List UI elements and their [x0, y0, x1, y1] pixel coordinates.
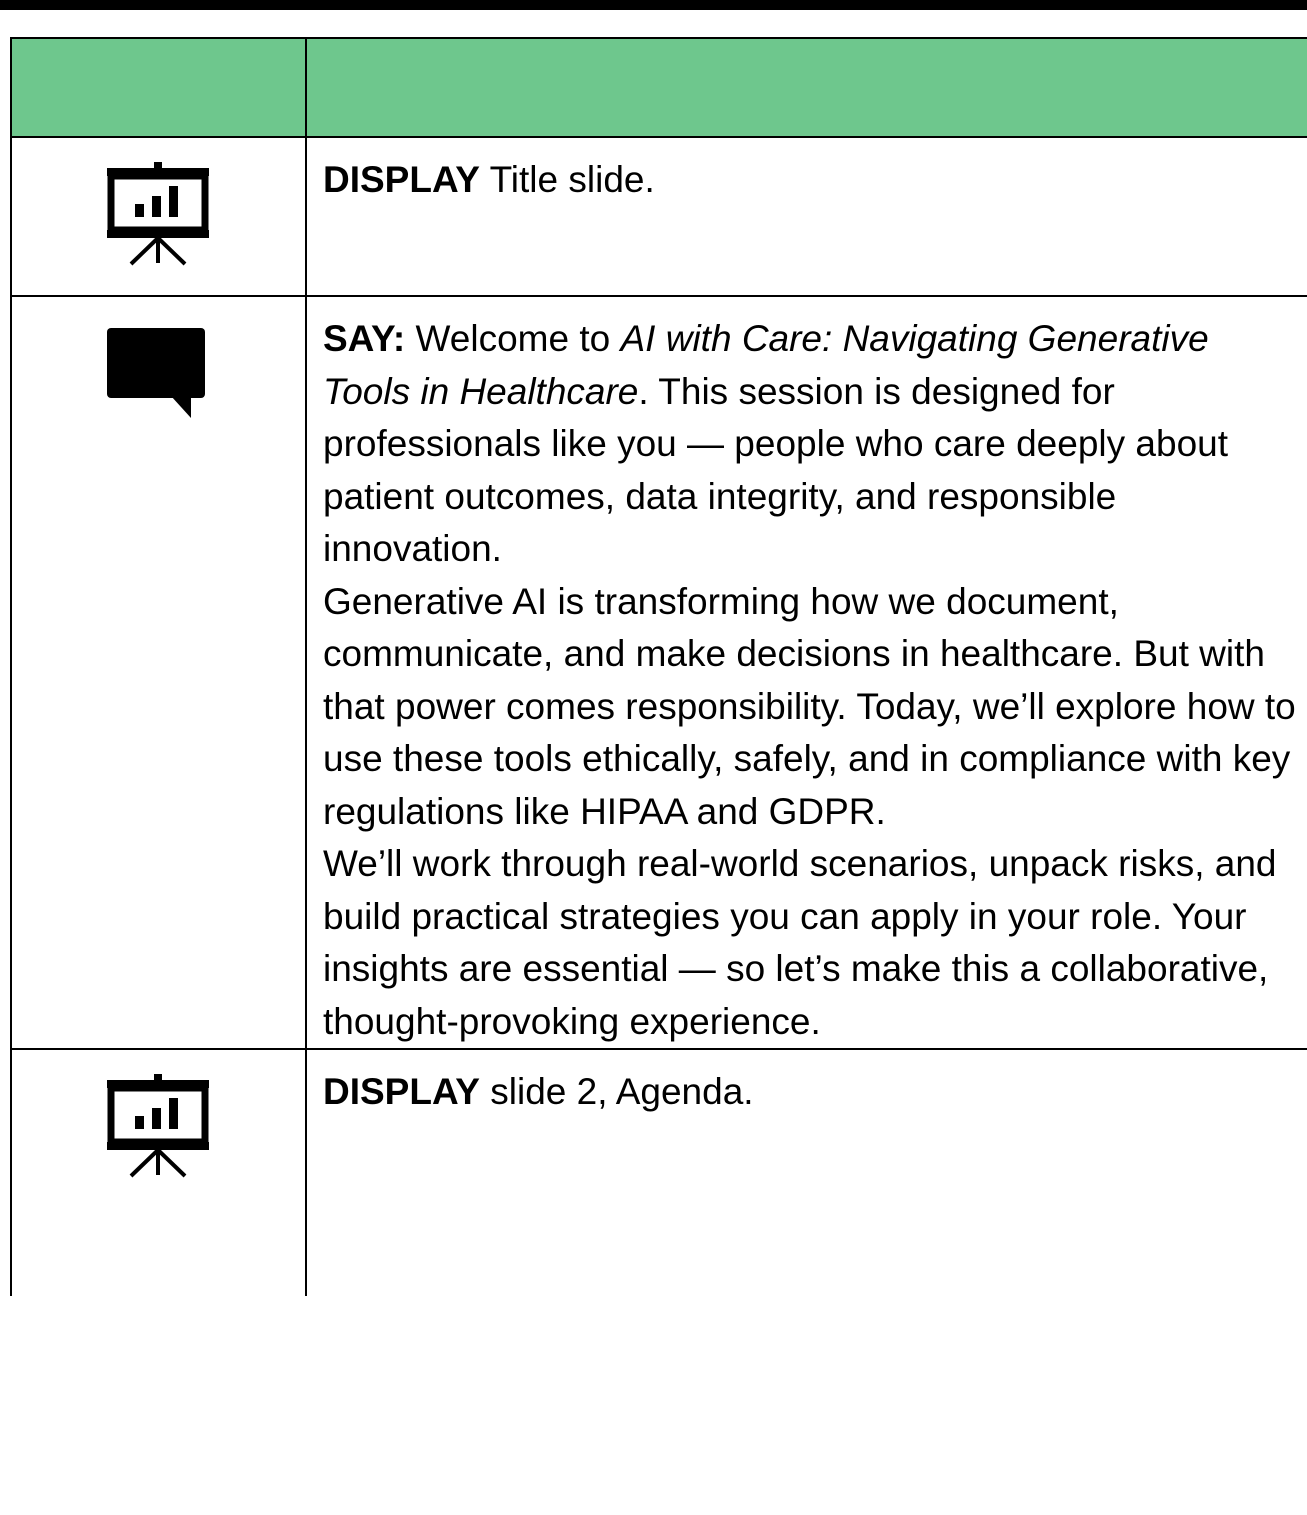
display-label: DISPLAY — [323, 1071, 480, 1112]
say-paragraph-3: We’ll work through real-world scenarios,… — [323, 843, 1277, 1042]
content-cell: DISPLAY Title slide. — [305, 136, 1307, 297]
table-header-row — [10, 37, 1307, 138]
presentation-icon — [107, 162, 209, 266]
display-label: DISPLAY — [323, 159, 480, 200]
table-row: DISPLAY slide 2, Agenda. — [10, 1048, 1307, 1296]
say-label: SAY: — [323, 318, 406, 359]
content-cell: DISPLAY slide 2, Agenda. — [305, 1048, 1307, 1296]
header-cell-icon — [10, 37, 307, 138]
say-paragraph-1: SAY: Welcome to AI with Care: Navigating… — [323, 313, 1298, 576]
facilitator-script-table: DISPLAY Title slide. SAY: Welcome to AI … — [10, 37, 1307, 1296]
top-rule — [0, 0, 1307, 10]
say-intro: Welcome to — [405, 318, 621, 359]
icon-cell — [10, 1048, 307, 1296]
display-instruction: DISPLAY Title slide. — [307, 138, 1307, 207]
display-instruction: DISPLAY slide 2, Agenda. — [307, 1050, 1307, 1119]
say-script: SAY: Welcome to AI with Care: Navigating… — [307, 297, 1307, 1048]
header-cell-text — [305, 37, 1307, 138]
display-text: Title slide. — [479, 159, 655, 200]
say-paragraph-2: Generative AI is transforming how we doc… — [323, 580, 1296, 832]
icon-cell — [10, 136, 307, 297]
table-row: DISPLAY Title slide. — [10, 136, 1307, 297]
icon-cell — [10, 295, 307, 1050]
presentation-icon — [107, 1074, 209, 1178]
content-cell: SAY: Welcome to AI with Care: Navigating… — [305, 295, 1307, 1050]
display-text: slide 2, Agenda. — [479, 1071, 754, 1112]
speech-bubble-icon — [107, 328, 205, 418]
table-row: SAY: Welcome to AI with Care: Navigating… — [10, 295, 1307, 1050]
